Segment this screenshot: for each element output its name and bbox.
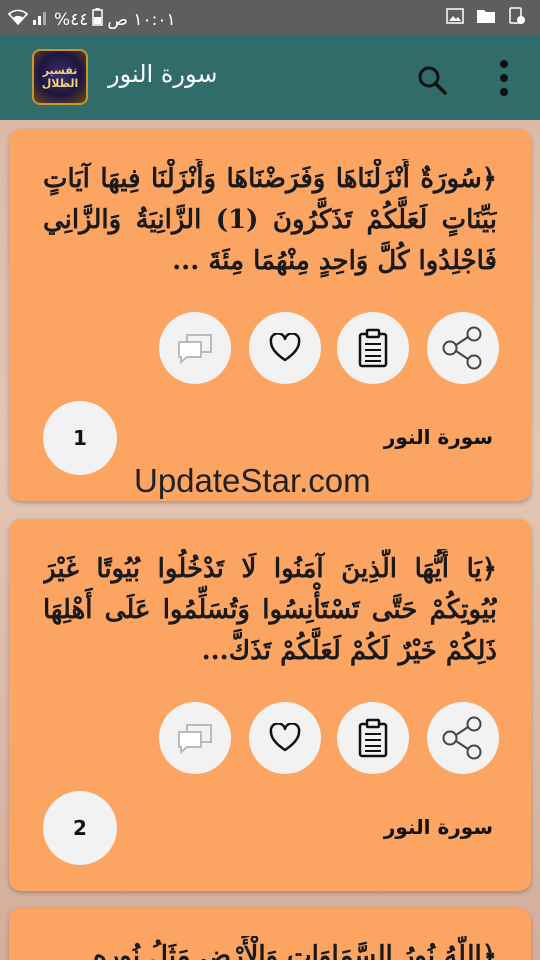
status-left: ١٠:٠١ ص ٤٤% [7,8,176,31]
share-button[interactable] [427,312,499,384]
app-bar: تفسير الظلال سورة النور [0,36,540,120]
watermark: UpdateStar.com [134,462,371,499]
logo-line1: تفسير [42,64,78,77]
verse-number: 2 [43,791,117,865]
clock: ١٠:٠١ ص [107,9,176,30]
battery-icon [92,8,104,31]
heart-icon [269,333,301,362]
status-bar: ١٠:٠١ ص ٤٤% [0,0,540,36]
logo-line2: الظلال [41,77,79,90]
search-button[interactable] [414,62,450,98]
image-icon [446,8,464,29]
signal-icon [32,8,50,31]
verse-text: ﴿يَا أَيُّهَا الَّذِينَ آمَنُوا لَا تَدْ… [43,554,497,666]
surah-name: سورة النور [383,815,493,839]
sd-card-icon [508,7,526,30]
copy-button[interactable] [337,312,409,384]
verse-card-1[interactable]: ﴿سُورَةٌ أَنْزَلْنَاهَا وَفَرَضْنَاهَا و… [9,129,531,501]
comments-icon [178,334,212,364]
folder-icon [476,8,496,29]
heart-icon [269,723,301,752]
verse-text: ﴿سُورَةٌ أَنْزَلْنَاهَا وَفَرَضْنَاهَا و… [43,164,497,276]
verse-card-3[interactable]: ﴿اللَّهُ نُورُ السَّمَاوَاتِ وَالْأَرْضِ… [9,908,531,960]
clipboard-icon [358,328,388,368]
verse-card-2[interactable]: ﴿يَا أَيُّهَا الَّذِينَ آمَنُوا لَا تَدْ… [9,519,531,891]
share-button[interactable] [427,702,499,774]
share-icon [442,716,482,760]
favorite-button[interactable] [249,312,321,384]
verse-text: ﴿اللَّهُ نُورُ السَّمَاوَاتِ وَالْأَرْضِ… [93,941,497,960]
verse-number: 1 [43,401,117,475]
comment-button[interactable] [159,702,231,774]
clipboard-icon [358,718,388,758]
comment-button[interactable] [159,312,231,384]
more-vertical-icon [500,60,508,96]
battery-percent: ٤٤% [54,9,89,30]
copy-button[interactable] [337,702,409,774]
search-icon [418,66,447,95]
share-icon [442,326,482,370]
overflow-menu-button[interactable] [490,56,518,100]
app-logo: تفسير الظلال [32,49,88,105]
surah-name: سورة النور [383,425,493,449]
comments-icon [178,724,212,754]
favorite-button[interactable] [249,702,321,774]
wifi-icon [7,8,29,31]
status-right [446,7,526,30]
page-title: سورة النور [108,60,218,88]
